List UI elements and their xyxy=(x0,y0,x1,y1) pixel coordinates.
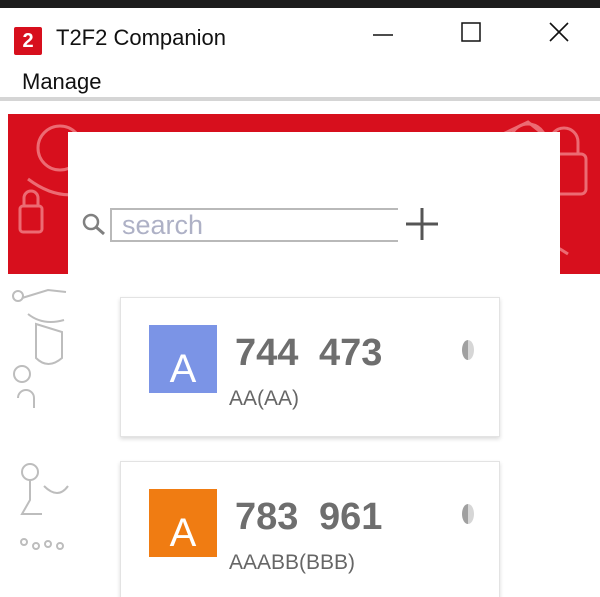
account-avatar: A xyxy=(149,489,217,557)
close-icon xyxy=(549,22,569,42)
title-bar[interactable]: 2 T2F2 Companion xyxy=(0,8,600,64)
main-content: A 744 473 AA(AA) A 783 961 AAABB(BBB) xyxy=(8,114,600,597)
search-icon xyxy=(82,213,105,236)
account-card[interactable]: A 744 473 AA(AA) xyxy=(120,297,500,437)
window-title: T2F2 Companion xyxy=(56,25,226,50)
search-input[interactable] xyxy=(110,208,398,242)
menu-bar: Manage xyxy=(0,64,600,98)
timer-icon xyxy=(462,340,474,360)
minimize-icon xyxy=(373,34,393,36)
account-card[interactable]: A 783 961 AAABB(BBB) xyxy=(120,461,500,597)
menu-divider xyxy=(0,97,600,101)
account-name: AAABB(BBB) xyxy=(229,551,356,574)
maximize-icon xyxy=(461,22,481,42)
otp-code[interactable]: 744 473 xyxy=(235,332,382,375)
otp-code[interactable]: 783 961 xyxy=(235,496,382,539)
account-avatar: A xyxy=(149,325,217,393)
window-top-border xyxy=(0,0,600,8)
timer-icon xyxy=(462,504,474,524)
app-logo-icon: 2 xyxy=(14,27,42,55)
close-button[interactable] xyxy=(524,8,594,56)
plus-icon xyxy=(406,208,438,240)
app-window: 2 T2F2 Companion Manage search A 744 473… xyxy=(0,0,600,597)
minimize-button[interactable] xyxy=(348,8,418,56)
add-account-button[interactable] xyxy=(402,204,442,244)
menu-manage[interactable]: Manage xyxy=(22,69,102,95)
maximize-button[interactable] xyxy=(436,8,506,56)
account-name: AA(AA) xyxy=(229,387,300,410)
